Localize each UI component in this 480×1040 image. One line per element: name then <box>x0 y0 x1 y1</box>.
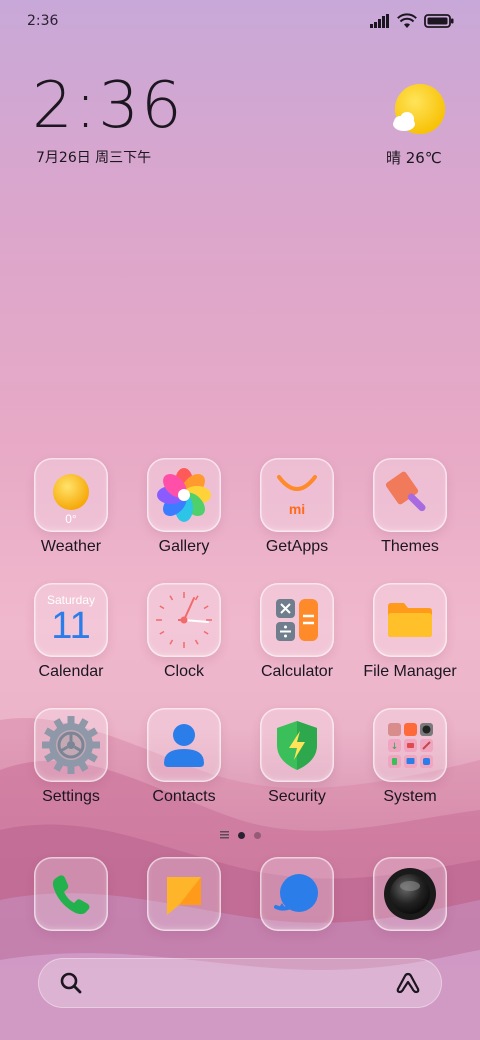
weather-app-tile[interactable]: 0° <box>34 458 108 532</box>
phone-icon <box>52 875 90 915</box>
calculator-icon <box>276 599 318 641</box>
app-gallery[interactable]: Gallery <box>129 458 239 556</box>
contacts-app-tile[interactable] <box>147 708 221 782</box>
calendar-app-tile[interactable]: Saturday 11 <box>34 583 108 657</box>
dock-browser[interactable] <box>242 857 352 931</box>
app-folder-icon: ↓ <box>388 723 433 768</box>
messages-app-tile[interactable] <box>147 857 221 931</box>
app-getapps[interactable]: mi GetApps <box>242 458 352 556</box>
app-calendar[interactable]: Saturday 11 Calendar <box>16 583 126 681</box>
shield-icon <box>277 721 317 770</box>
svg-text:0°: 0° <box>65 512 77 525</box>
battery-icon <box>424 14 454 28</box>
app-label: Calculator <box>260 663 334 680</box>
browser-icon <box>274 874 318 912</box>
messages-icon <box>167 877 201 915</box>
gallery-flower-icon <box>157 468 211 522</box>
gallery-app-tile[interactable] <box>147 458 221 532</box>
calendar-day: 11 <box>51 605 91 647</box>
app-label: Weather <box>40 538 102 555</box>
search-icon[interactable] <box>58 970 84 996</box>
app-label: File Manager <box>363 663 457 680</box>
app-label: Contacts <box>152 788 216 805</box>
app-folder-system[interactable]: ↓ System <box>355 708 465 806</box>
clock-face-icon <box>156 592 212 648</box>
app-label: GetApps <box>265 538 329 555</box>
app-label: Security <box>268 788 326 805</box>
app-weather[interactable]: 0° Weather <box>16 458 126 556</box>
page-indicator[interactable] <box>200 828 280 842</box>
app-label: Calendar <box>38 663 104 680</box>
status-bar: 2:36 <box>0 0 480 44</box>
app-label: System <box>383 788 437 805</box>
folder-icon <box>388 603 432 637</box>
status-time: 2:36 <box>27 13 59 29</box>
app-security[interactable]: Security <box>242 708 352 806</box>
paintbrush-icon <box>385 471 426 512</box>
app-label: Clock <box>163 663 204 680</box>
app-label: Themes <box>381 538 439 555</box>
dock-messages[interactable] <box>129 857 239 931</box>
app-contacts[interactable]: Contacts <box>129 708 239 806</box>
page-dot[interactable] <box>253 831 261 839</box>
themes-app-tile[interactable] <box>373 458 447 532</box>
status-icons <box>370 12 454 30</box>
page-dot-active[interactable] <box>237 831 245 839</box>
weather-widget-text[interactable]: 晴 26℃ <box>386 147 442 168</box>
signal-icon <box>370 14 389 28</box>
app-themes[interactable]: Themes <box>355 458 465 556</box>
getapps-app-tile[interactable]: mi <box>260 458 334 532</box>
clock-widget-date[interactable]: 7月26日 周三下午 <box>36 147 151 167</box>
getapps-bag-icon: mi <box>277 475 317 517</box>
system-folder-tile[interactable]: ↓ <box>373 708 447 782</box>
camera-app-tile[interactable] <box>373 857 447 931</box>
menu-lines-icon <box>219 831 229 839</box>
file-manager-app-tile[interactable] <box>373 583 447 657</box>
weather-app-icon: 0° <box>53 474 89 525</box>
browser-app-tile[interactable] <box>260 857 334 931</box>
app-calculator[interactable]: Calculator <box>242 583 352 681</box>
dock-camera[interactable] <box>355 857 465 931</box>
app-label: Gallery <box>158 538 210 555</box>
clock-app-tile[interactable] <box>147 583 221 657</box>
dock-phone[interactable] <box>16 857 126 931</box>
wifi-icon <box>397 13 417 28</box>
app-clock[interactable]: Clock <box>129 583 239 681</box>
svg-text:↓: ↓ <box>391 742 399 752</box>
app-file-manager[interactable]: File Manager <box>355 583 465 681</box>
assistant-icon[interactable] <box>394 970 422 996</box>
search-bar[interactable] <box>38 958 442 1008</box>
gear-icon <box>42 716 100 774</box>
weather-sun-icon[interactable] <box>384 82 454 142</box>
contacts-person-icon <box>164 724 204 767</box>
security-app-tile[interactable] <box>260 708 334 782</box>
camera-icon <box>384 868 436 920</box>
calculator-app-tile[interactable] <box>260 583 334 657</box>
app-label: Settings <box>42 788 100 805</box>
clock-widget-time[interactable]: 2:36 <box>32 74 184 138</box>
svg-text:mi: mi <box>289 501 305 517</box>
settings-app-tile[interactable] <box>34 708 108 782</box>
app-settings[interactable]: Settings <box>16 708 126 806</box>
phone-app-tile[interactable] <box>34 857 108 931</box>
